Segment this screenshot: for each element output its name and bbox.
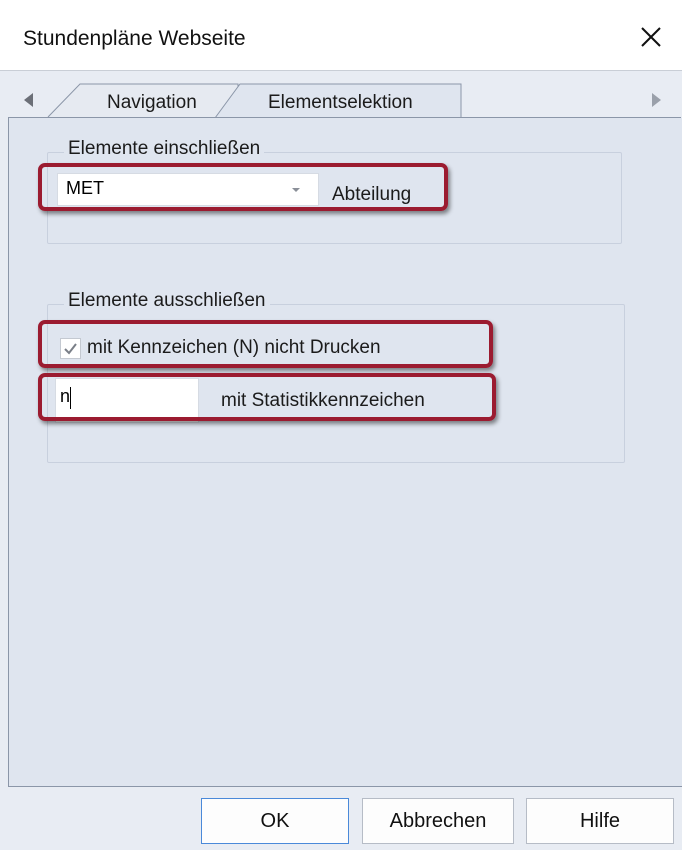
department-combobox-value: MET	[66, 178, 104, 198]
chevron-down-icon[interactable]	[292, 188, 300, 192]
help-button[interactable]: Hilfe	[526, 798, 674, 844]
department-combobox[interactable]: MET	[57, 173, 319, 206]
ok-button[interactable]: OK	[201, 798, 349, 844]
cancel-button[interactable]: Abbrechen	[362, 798, 514, 844]
exclude-flag-label[interactable]: mit Kennzeichen (N) nicht Drucken	[87, 337, 381, 359]
department-label: Abteilung	[332, 184, 412, 205]
tab-elementselektion[interactable]: Elementselektion	[268, 92, 413, 114]
tab-navigation[interactable]: Navigation	[107, 92, 197, 114]
checkmark-icon	[64, 343, 77, 355]
statistic-flag-value: n	[60, 386, 71, 406]
include-group-title: Elemente einschließen	[64, 138, 265, 160]
statistic-flag-input[interactable]: n	[55, 378, 199, 423]
dialog-window: Stundenpläne Webseite Navigation Element…	[0, 0, 682, 850]
exclude-flag-checkbox[interactable]	[60, 338, 81, 359]
exclude-group-title: Elemente ausschließen	[64, 290, 270, 312]
text-caret	[70, 387, 71, 409]
statistic-flag-label: mit Statistikkennzeichen	[221, 390, 425, 411]
